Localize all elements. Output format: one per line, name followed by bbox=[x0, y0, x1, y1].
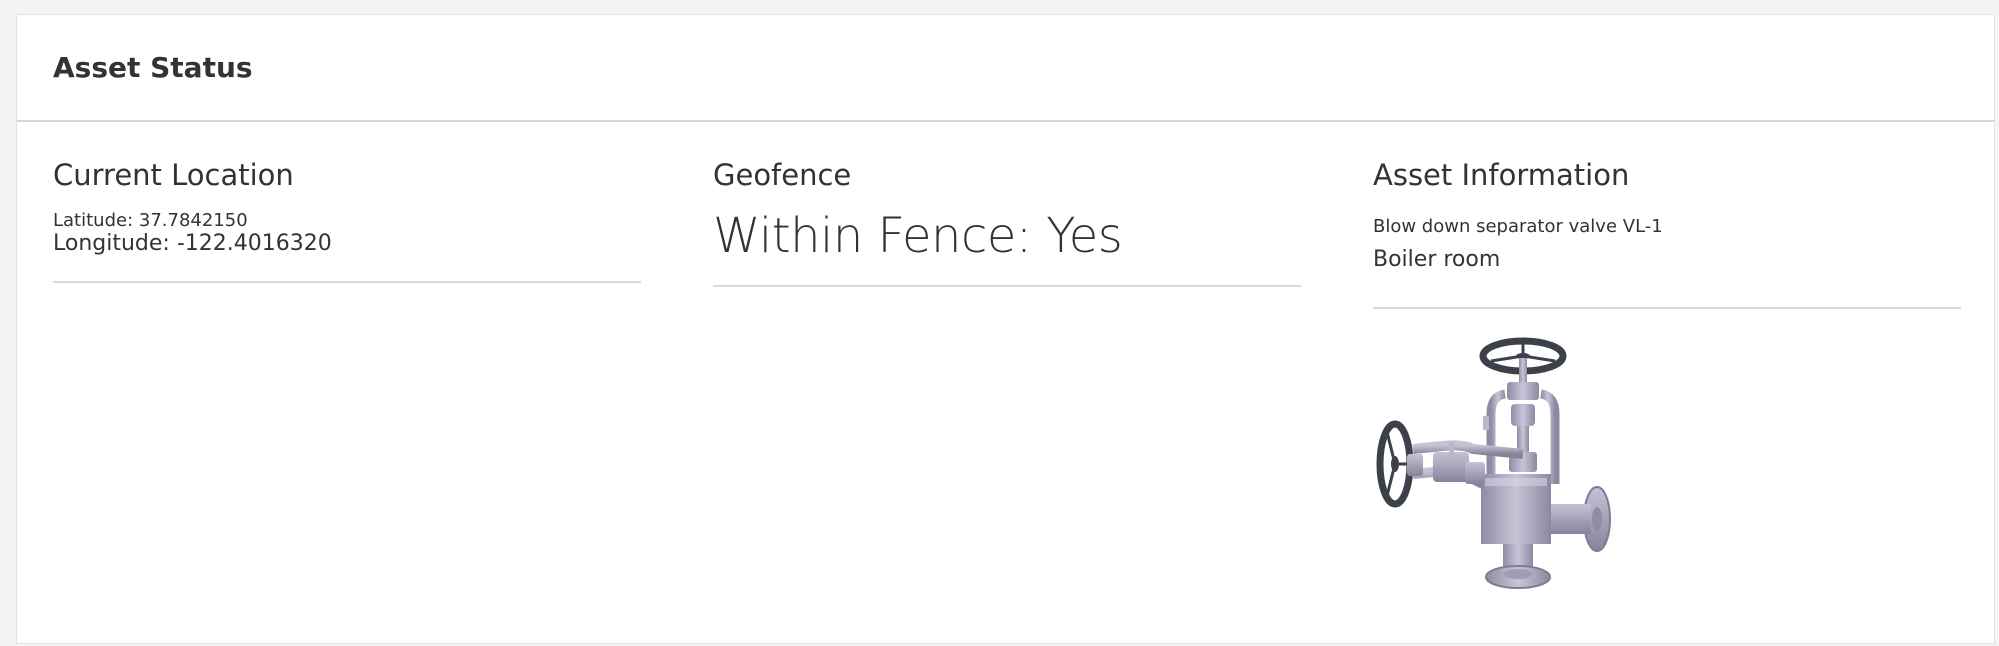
longitude-value: Longitude: -122.4016320 bbox=[53, 231, 332, 256]
status-columns: Current Location Latitude: 37.7842150 Lo… bbox=[17, 122, 1994, 642]
latitude-value: Latitude: 37.7842150 bbox=[53, 210, 248, 231]
location-divider bbox=[53, 281, 641, 283]
page-title: Asset Status bbox=[53, 51, 253, 84]
asset-information-title: Asset Information bbox=[1373, 158, 1630, 192]
fence-status: Within Fence: Yes bbox=[713, 208, 1123, 264]
asset-location: Boiler room bbox=[1373, 247, 1501, 272]
current-location-title: Current Location bbox=[53, 158, 294, 192]
asset-name: Blow down separator valve VL-1 bbox=[1373, 216, 1663, 237]
asset-divider bbox=[1373, 307, 1961, 309]
geofence-title: Geofence bbox=[713, 158, 852, 192]
valve-image bbox=[1373, 334, 1643, 604]
asset-status-card: Asset Status Current Location Latitude: … bbox=[16, 14, 1995, 644]
geofence-divider bbox=[713, 285, 1301, 287]
card-header: Asset Status bbox=[17, 15, 1994, 122]
